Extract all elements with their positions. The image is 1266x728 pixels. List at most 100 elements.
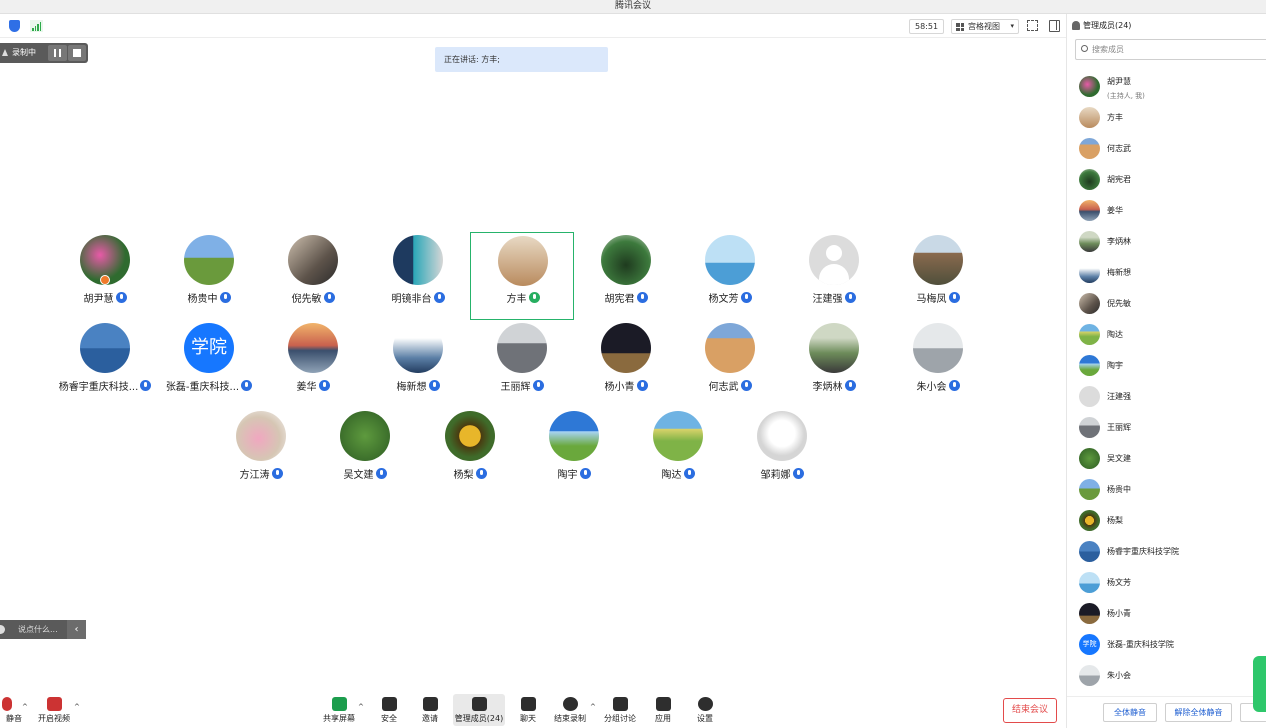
participant-tile[interactable]: 邹莉娜	[730, 409, 834, 497]
participant-tile[interactable]: 马梅凤	[886, 233, 990, 321]
member-list-item[interactable]: 李炳林	[1079, 231, 1264, 253]
floating-side-tab[interactable]	[1253, 656, 1266, 712]
member-list-item[interactable]: 胡宪君	[1079, 169, 1264, 191]
member-list-item[interactable]: 倪先敏	[1079, 293, 1264, 315]
participant-tile[interactable]: 吴文建	[313, 409, 417, 497]
member-list-item[interactable]: 姜华	[1079, 200, 1264, 222]
pause-recording-button[interactable]	[48, 45, 67, 61]
participant-tile[interactable]: 倪先敏	[261, 233, 365, 321]
participant-tile[interactable]: 梅新想	[366, 321, 470, 409]
participant-name-row: 胡宪君	[574, 290, 678, 305]
recording-badge: 录制中	[0, 43, 88, 63]
member-name: 杨梨	[1107, 516, 1123, 525]
breakout-rooms-button[interactable]: 分组讨论	[602, 694, 638, 726]
shield-icon[interactable]	[9, 20, 20, 32]
participant-tile[interactable]: 明镜非台	[366, 233, 470, 321]
end-meeting-button[interactable]: 结束会议	[1003, 698, 1057, 723]
camera-off-icon	[46, 697, 62, 711]
member-list-item[interactable]: 方丰	[1079, 107, 1264, 129]
unmute-all-button[interactable]: 解除全体静音	[1165, 703, 1232, 722]
manage-members-button[interactable]: 管理成员(24)	[453, 694, 505, 726]
participant-tile[interactable]: 李炳林	[782, 321, 886, 409]
member-list-item[interactable]: 学院 张磊-重庆科技学院	[1079, 634, 1264, 656]
microphone-icon	[318, 380, 330, 391]
member-list-item[interactable]: 胡尹慧 (主持人, 我)	[1079, 76, 1264, 100]
emoji-icon[interactable]	[0, 625, 5, 634]
host-badge-icon	[100, 275, 110, 285]
participant-tile[interactable]: 朱小会	[886, 321, 990, 409]
view-mode-dropdown[interactable]: 宫格视图 ▾	[951, 19, 1019, 34]
participant-avatar	[913, 323, 963, 373]
participant-tile[interactable]: 杨贵中	[157, 233, 261, 321]
mute-button[interactable]: 静音	[0, 694, 22, 726]
participant-tile[interactable]: 陶达	[626, 409, 730, 497]
member-list-item[interactable]: 梅新想	[1079, 262, 1264, 284]
participant-tile[interactable]: 胡宪君	[574, 233, 678, 321]
participant-tile[interactable]: 杨梨	[418, 409, 522, 497]
member-list-item[interactable]: 吴文建	[1079, 448, 1264, 470]
member-list-item[interactable]: 杨贵中	[1079, 479, 1264, 501]
participant-tile[interactable]: 杨小青	[574, 321, 678, 409]
apps-button[interactable]: 应用	[648, 694, 678, 726]
mute-all-button[interactable]: 全体静音	[1103, 703, 1157, 722]
participant-tile[interactable]: 王丽辉	[470, 321, 574, 409]
participant-tile[interactable]: 方江涛	[209, 409, 313, 497]
member-list-item[interactable]: 杨梨	[1079, 510, 1264, 532]
participant-tile[interactable]: 汪建强	[782, 233, 886, 321]
video-button[interactable]: 开启视频	[36, 694, 72, 726]
member-list-item[interactable]: 杨小青	[1079, 603, 1264, 625]
member-name: 胡尹慧	[1107, 77, 1131, 86]
participant-tile[interactable]: 陶宇	[522, 409, 626, 497]
participant-name-row: 邹莉娜	[730, 466, 834, 481]
member-list-item[interactable]: 王丽辉	[1079, 417, 1264, 439]
microphone-icon	[115, 292, 127, 303]
participant-tile[interactable]: 杨睿宇重庆科技...	[53, 321, 157, 409]
participant-avatar	[913, 235, 963, 285]
participant-tile[interactable]: 杨文芳	[678, 233, 782, 321]
member-list-item[interactable]: 陶达	[1079, 324, 1264, 346]
side-panel-toggle-icon[interactable]	[1049, 20, 1060, 32]
participant-tile[interactable]: 方丰	[470, 232, 574, 320]
security-button[interactable]: 安全	[374, 694, 404, 726]
member-list-item[interactable]: 汪建强	[1079, 386, 1264, 408]
member-avatar	[1079, 510, 1100, 531]
participant-name: 何志武	[708, 382, 739, 393]
quick-chat-bar[interactable]: 说点什么... ‹	[0, 620, 86, 639]
member-list-item[interactable]: 何志武	[1079, 138, 1264, 160]
member-list-item[interactable]: 杨文芳	[1079, 572, 1264, 594]
share-options-caret[interactable]: ^	[358, 703, 364, 711]
participant-name-row: 姜华	[261, 378, 365, 393]
member-name: 姜华	[1107, 206, 1123, 215]
chat-button[interactable]: 聊天	[513, 694, 543, 726]
settings-button[interactable]: 设置	[690, 694, 720, 726]
member-list-item[interactable]: 陶宇	[1079, 355, 1264, 377]
share-screen-button[interactable]: 共享屏幕	[320, 694, 358, 726]
window-title: 腾讯会议	[0, 0, 1266, 14]
participant-name-row: 杨睿宇重庆科技...	[53, 378, 157, 393]
stop-recording-button[interactable]	[68, 45, 86, 61]
participant-avatar	[80, 323, 130, 373]
member-list-item[interactable]: 杨睿宇重庆科技学院	[1079, 541, 1264, 563]
participant-name-row: 陶宇	[522, 466, 626, 481]
participant-name: 杨睿宇重庆科技...	[58, 382, 139, 393]
video-options-caret[interactable]: ^	[74, 703, 80, 711]
participant-tile[interactable]: 胡尹慧	[53, 233, 157, 321]
record-options-caret[interactable]: ^	[590, 703, 596, 711]
fullscreen-icon[interactable]	[1027, 20, 1038, 31]
member-search-input[interactable]: 搜索成员	[1075, 39, 1266, 60]
participant-name-row: 杨贵中	[157, 290, 261, 305]
record-label: 结束录制	[554, 714, 586, 723]
participant-tile[interactable]: 姜华	[261, 321, 365, 409]
end-recording-button[interactable]: 结束录制	[552, 694, 588, 726]
participant-tile[interactable]: 学院 张磊-重庆科技...	[157, 321, 261, 409]
member-avatar	[1079, 76, 1100, 97]
invite-button[interactable]: 邀请	[415, 694, 445, 726]
microphone-icon	[948, 380, 960, 391]
signal-icon[interactable]	[30, 20, 43, 32]
collapse-chat-button[interactable]: ‹	[67, 620, 86, 639]
participant-tile[interactable]: 何志武	[678, 321, 782, 409]
mute-options-caret[interactable]: ^	[22, 703, 28, 711]
member-name: 倪先敏	[1107, 299, 1131, 308]
members-panel-title: 管理成员(24)	[1072, 20, 1131, 31]
member-list-item[interactable]: 朱小会	[1079, 665, 1264, 687]
